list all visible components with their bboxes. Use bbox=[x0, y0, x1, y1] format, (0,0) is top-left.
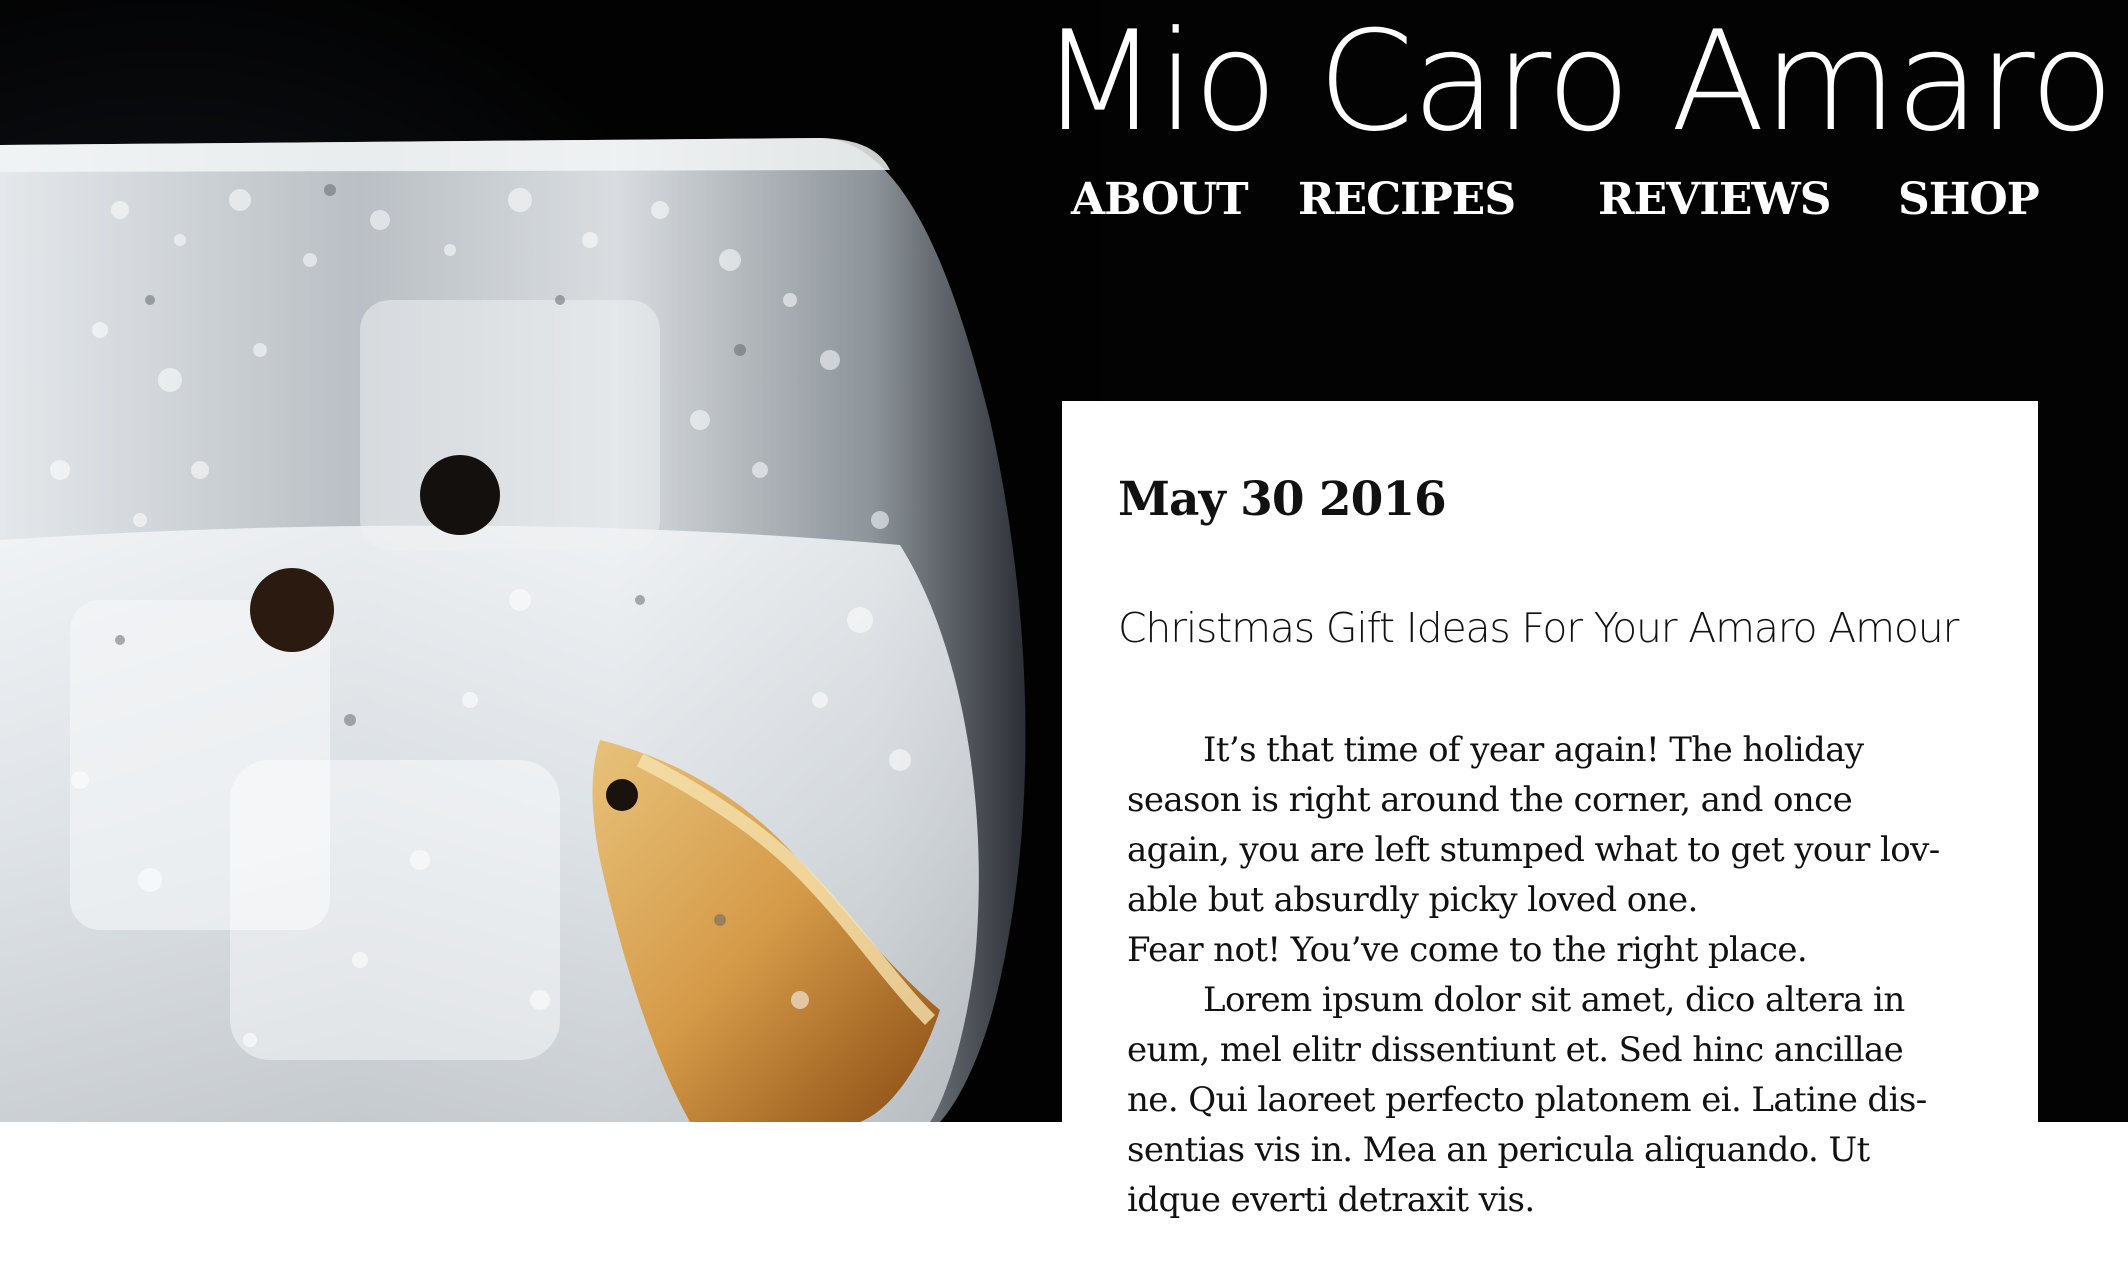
nav-item-reviews[interactable]: REVIEWS bbox=[1598, 172, 1832, 228]
nav-item-recipes[interactable]: RECIPES bbox=[1298, 172, 1516, 228]
site-title[interactable]: Mio Caro Amaro bbox=[1040, 2, 2114, 162]
post-paragraph: Fear not! You’ve come to the right place… bbox=[1127, 930, 1808, 970]
post-date: May 30 2016 bbox=[1118, 472, 1447, 527]
nav-item-shop[interactable]: SHOP bbox=[1898, 172, 2040, 228]
post-title[interactable]: Christmas Gift Ideas For Your Amaro Amou… bbox=[1118, 598, 1959, 658]
nav-item-about[interactable]: ABOUT bbox=[1071, 172, 1249, 228]
post-paragraph: Lorem ipsum dolor sit amet, dico altera … bbox=[1127, 980, 1927, 1220]
post-paragraph: It’s that time of year again! The holida… bbox=[1127, 730, 1940, 920]
post-body: It’s that time of year again! The holida… bbox=[1127, 725, 1957, 1225]
page: Mio Caro Amaro ABOUT RECIPES REVIEWS SHO… bbox=[0, 0, 2128, 1274]
